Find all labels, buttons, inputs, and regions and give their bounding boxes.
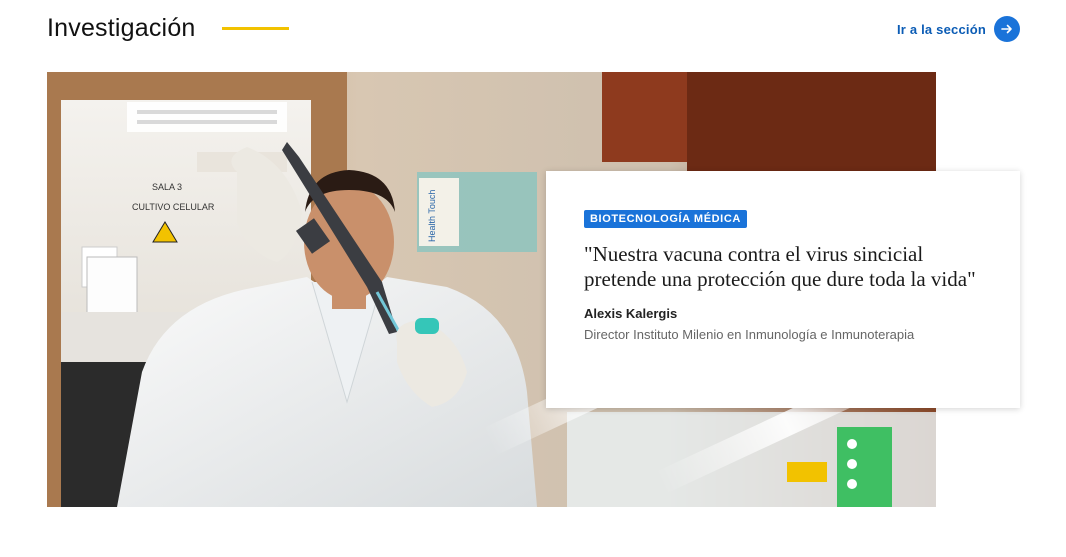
section-title: Investigación [47,14,196,42]
feature-card[interactable]: BIOTECNOLOGÍA MÉDICA "Nuestra vacuna con… [546,171,1020,408]
go-to-section-label: Ir a la sección [897,21,986,37]
category-badge[interactable]: BIOTECNOLOGÍA MÉDICA [584,210,747,228]
arrow-right-icon[interactable] [994,16,1020,42]
author-role: Director Instituto Milenio en Inmunologí… [584,327,915,342]
box-label: Health Touch [427,190,437,242]
title-accent-bar [222,27,289,30]
sign-line2: CULTIVO CELULAR [132,202,215,212]
author-name: Alexis Kalergis [584,306,678,321]
sign-line1: SALA 3 [152,182,182,192]
feature-quote[interactable]: "Nuestra vacuna contra el virus sincicia… [584,242,984,292]
go-to-section-link[interactable]: Ir a la sección [897,16,1020,42]
section-header: Investigación Ir a la sección [47,10,1020,50]
